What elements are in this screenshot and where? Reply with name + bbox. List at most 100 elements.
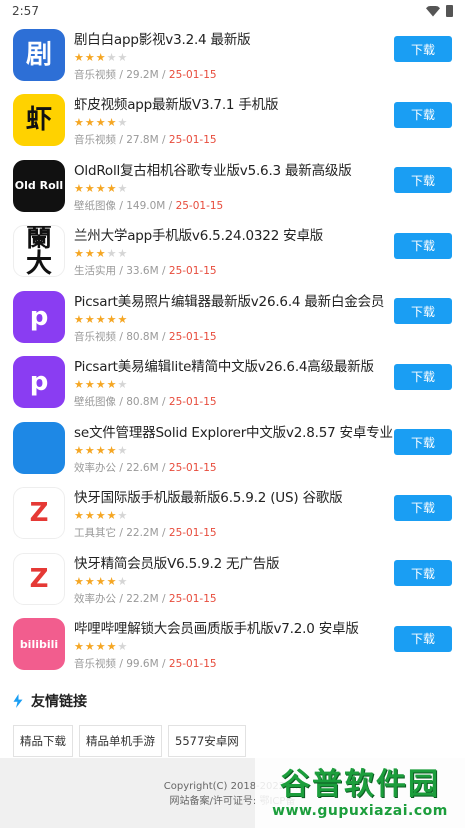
status-bar: 2:57 (0, 0, 465, 22)
star-icon: ★ (84, 443, 95, 457)
star-icon: ★ (74, 116, 84, 130)
bilibili-icon[interactable]: bilibili (13, 618, 65, 671)
star-icon: ★ (84, 247, 95, 261)
app-date: 25-01-15 (168, 265, 217, 278)
star-icon: ★ (74, 312, 84, 326)
star-icon: ★ (106, 378, 117, 392)
app-meta: 效率办公 / 22.6M / 25-01-15 (74, 460, 452, 475)
star-icon: ★ (84, 116, 95, 130)
meta-separator: / (158, 134, 169, 147)
download-button[interactable]: 下载 (394, 232, 452, 259)
app-icon-glyph: Z (29, 498, 49, 529)
app-meta: 音乐视频 / 27.8M / 25-01-15 (74, 132, 452, 147)
meta-separator: / (116, 265, 127, 278)
app-icon-glyph: bilibili (19, 637, 59, 651)
app-date: 25-01-15 (175, 199, 224, 212)
download-button[interactable]: 下载 (394, 363, 452, 390)
meta-separator: / (116, 330, 127, 343)
lzu-icon[interactable]: 蘭大 (13, 225, 65, 278)
app-list-item[interactable]: Old Roll OldRoll复古相机谷歌专业版v5.6.3 最新高级版 ★ ★ ★ ★… (0, 153, 465, 219)
app-list-item[interactable]: Z 快牙国际版手机版最新版6.5.9.2 (US) 谷歌版 ★ ★ ★ ★ ★ 工具其它 / … (0, 481, 465, 547)
meta-separator: / (158, 592, 169, 605)
star-icon: ★ (74, 509, 84, 523)
app-size: 80.8M (126, 330, 159, 343)
meta-separator: / (116, 527, 127, 540)
app-list-item[interactable]: 剧剧白白app影视v3.2.4 最新版 ★ ★ ★ ★ ★ 音乐视频 / 29.2M / 2… (0, 22, 465, 88)
star-icon: ★ (74, 247, 84, 261)
battery-icon (446, 5, 453, 17)
app-icon-glyph: Old Roll (14, 179, 64, 193)
download-button[interactable]: 下载 (394, 298, 452, 324)
app-size: 149.0M (126, 199, 166, 212)
watermark-title: 谷普软件园 (280, 767, 440, 802)
app-icon-glyph: 剧 (25, 39, 52, 70)
app-category: 效率办公 (74, 592, 116, 605)
star-icon: ★ (84, 50, 95, 64)
app-meta: 音乐视频 / 80.8M / 25-01-15 (74, 329, 452, 344)
star-icon: ★ (106, 574, 117, 588)
app-list-item[interactable]: se文件管理器Solid Explorer中文版v2.8.57 安卓专业 ★ ★ ★ ★… (0, 415, 465, 481)
jubaibai-icon[interactable]: 剧 (13, 28, 65, 81)
app-list-item[interactable]: bilibili 哔哩哔哩解锁大会员画质版手机版v7.2.0 安卓版 ★ ★ ★ ★ ★ 音乐… (0, 612, 465, 678)
star-icon: ★ (117, 50, 128, 64)
star-icon: ★ (95, 181, 106, 195)
oldroll-icon[interactable]: Old Roll (13, 159, 65, 212)
zapya-lite-icon[interactable]: Z (13, 552, 65, 605)
star-icon: ★ (95, 312, 106, 326)
picsart-lite-icon[interactable]: p (13, 356, 65, 409)
lightning-icon (13, 694, 23, 708)
download-button[interactable]: 下载 (394, 429, 452, 455)
star-icon: ★ (117, 574, 128, 588)
meta-separator: / (158, 527, 169, 540)
wifi-icon (426, 5, 440, 17)
download-button[interactable]: 下载 (394, 625, 452, 652)
download-button[interactable]: 下载 (394, 167, 452, 193)
meta-separator: / (116, 592, 127, 605)
zapya-icon[interactable]: Z (13, 487, 65, 540)
app-list-item[interactable]: 蘭大 兰州大学app手机版v6.5.24.0322 安卓版 ★ ★ ★ ★ ★ 生活实用 / … (0, 219, 465, 285)
app-list-item[interactable]: Z 快牙精简会员版V6.5.9.2 无广告版 ★ ★ ★ ★ ★ 效率办公 / 22.2M /… (0, 546, 465, 612)
download-button[interactable]: 下载 (394, 101, 452, 128)
meta-separator: / (158, 68, 169, 81)
star-icon: ★ (74, 50, 84, 64)
app-list-item[interactable]: 虾虾皮视频app最新版V3.7.1 手机版 ★ ★ ★ ★ ★ 音乐视频 / 27.8M /… (0, 88, 465, 154)
download-button[interactable]: 下载 (394, 36, 452, 62)
app-date: 25-01-15 (168, 658, 217, 671)
app-category: 生活实用 (74, 265, 116, 278)
friend-link[interactable]: 精品下载 (13, 725, 73, 757)
star-icon: ★ (95, 574, 106, 588)
friend-link[interactable]: 精品单机手游 (79, 725, 162, 757)
app-category: 音乐视频 (74, 68, 116, 81)
xiapi-icon[interactable]: 虾 (13, 94, 65, 147)
app-size: 29.2M (126, 68, 159, 81)
download-button[interactable]: 下载 (394, 560, 452, 586)
app-list-item[interactable]: p Picsart美易编辑lite精简中文版v26.6.4高级最新版 ★ ★ ★ ★ ★ 壁纸… (0, 350, 465, 416)
friend-links-title: 友情链接 (31, 694, 87, 710)
picsart-icon[interactable]: p (13, 290, 65, 343)
star-icon: ★ (95, 443, 106, 457)
friend-link[interactable]: 5577安卓网 (168, 725, 246, 757)
friend-links-section: 友情链接 精品下载 精品单机手游 5577安卓网 (0, 677, 465, 757)
app-size: 33.6M (126, 265, 159, 278)
star-icon: ★ (95, 116, 106, 130)
meta-separator: / (158, 396, 169, 409)
site-watermark: 谷普软件园 www.gupuxiazai.com (255, 753, 465, 828)
solid-explorer-icon[interactable] (13, 421, 65, 474)
star-icon: ★ (117, 181, 128, 195)
star-icon: ★ (84, 574, 95, 588)
app-date: 25-01-15 (168, 461, 217, 474)
app-icon-glyph: 蘭大 (25, 225, 52, 278)
app-meta: 工具其它 / 22.2M / 25-01-15 (74, 525, 452, 540)
app-size: 22.2M (126, 592, 159, 605)
download-button[interactable]: 下载 (394, 494, 452, 521)
app-meta: 音乐视频 / 99.6M / 25-01-15 (74, 656, 452, 671)
app-category: 壁纸图像 (74, 199, 116, 212)
star-icon: ★ (84, 378, 95, 392)
app-date: 25-01-15 (168, 68, 217, 81)
status-time: 2:57 (12, 4, 39, 18)
star-icon: ★ (117, 443, 128, 457)
app-icon-glyph: 虾 (25, 105, 52, 136)
app-list-item[interactable]: p Picsart美易照片编辑器最新版v26.6.4 最新白金会员 ★ ★ ★ ★ ★ 音乐视… (0, 284, 465, 350)
app-icon-glyph: Z (29, 563, 49, 594)
star-icon: ★ (117, 509, 128, 523)
